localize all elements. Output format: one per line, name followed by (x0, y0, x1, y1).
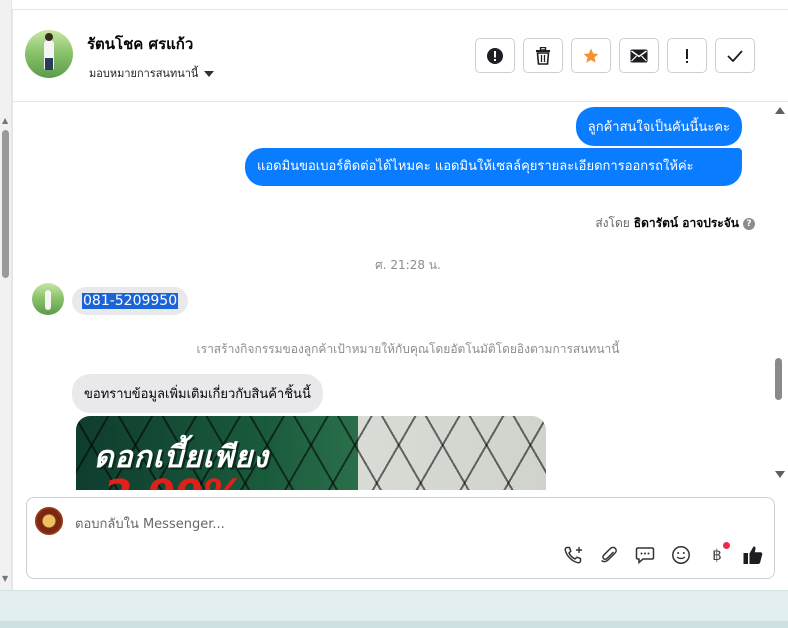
star-icon (583, 48, 599, 63)
message-outgoing[interactable]: ลูกค้าสนใจเป็นคันนี้นะคะ (575, 107, 742, 146)
contact-avatar-small[interactable] (32, 283, 64, 315)
message-scrollbar[interactable] (773, 103, 787, 490)
header-actions (475, 38, 755, 73)
chat-bubble-icon (635, 547, 655, 565)
attach-button[interactable] (598, 544, 620, 566)
reply-composer: ตอบกลับใน Messenger... ฿ (26, 497, 775, 579)
page-avatar (35, 507, 63, 535)
trash-icon (536, 46, 550, 65)
composer-tools: ฿ (562, 542, 764, 566)
mark-unread-button[interactable] (619, 38, 659, 73)
system-note: เราสร้างกิจกรรมของลูกค้าเป้าหมายให้กับคุ… (196, 342, 620, 356)
sent-by-info: ส่งโดย ธิดารัตน์ อาจประจัน ? (595, 214, 755, 233)
smiley-icon (672, 546, 690, 564)
conversation-header: รัตนโชค ศรแก้ว มอบหมายการสนทนานี้ (13, 10, 788, 102)
follow-up-button[interactable] (667, 38, 707, 73)
page-scroll-up-icon[interactable]: ▲ (2, 116, 8, 125)
assign-label: มอบหมายการสนทนานี้ (89, 67, 199, 80)
product-promo-image[interactable]: ดอกเบี้ยเพียง 2.99% (76, 416, 546, 490)
contact-name[interactable]: รัตนโชค ศรแก้ว (87, 32, 193, 56)
check-icon (727, 49, 743, 62)
page-scrollbar[interactable]: ▲ ▼ (0, 0, 12, 590)
spam-button[interactable] (475, 38, 515, 73)
message-timestamp: ศ. 21:28 น. (375, 258, 441, 272)
envelope-icon (630, 49, 648, 62)
baht-icon: ฿ (712, 546, 722, 564)
scroll-up-icon[interactable] (775, 107, 785, 114)
exclamation-icon (686, 48, 688, 63)
call-add-button[interactable] (562, 544, 584, 566)
promo-rate: 2.99% (104, 472, 243, 490)
payment-button[interactable]: ฿ (706, 542, 730, 566)
contact-avatar[interactable] (25, 30, 73, 78)
assign-conversation-dropdown[interactable]: มอบหมายการสนทนานี้ (89, 64, 215, 82)
message-incoming[interactable]: 081-5209950 (72, 287, 189, 315)
emoji-button[interactable] (670, 544, 692, 566)
alert-circle-icon (487, 47, 503, 64)
message-list[interactable]: ลูกค้าสนใจเป็นคันนี้นะคะ แอดมินขอเบอร์ติ… (13, 103, 788, 490)
notification-dot (723, 542, 730, 549)
message-scroll-thumb[interactable] (775, 358, 782, 400)
thumbs-up-icon (743, 546, 763, 564)
done-button[interactable] (715, 38, 755, 73)
reply-input[interactable]: ตอบกลับใน Messenger... (75, 513, 225, 534)
phone-number-selected[interactable]: 081-5209950 (82, 293, 179, 309)
top-divider (12, 0, 788, 10)
caret-down-icon (204, 71, 215, 77)
sent-by-prefix: ส่งโดย (595, 216, 630, 230)
saved-replies-button[interactable] (634, 544, 656, 566)
scroll-down-icon[interactable] (775, 471, 785, 478)
sender-name[interactable]: ธิดารัตน์ อาจประจัน (634, 214, 739, 233)
taskbar-strip (0, 590, 788, 628)
page-scroll-down-icon[interactable]: ▼ (2, 574, 8, 583)
phone-plus-icon (564, 546, 582, 564)
page-scroll-thumb[interactable] (2, 130, 9, 278)
message-incoming[interactable]: ขอทราบข้อมูลเพิ่มเติมเกี่ยวกับสินค้าชิ้น… (72, 374, 323, 413)
help-question-icon[interactable]: ? (743, 217, 755, 230)
conversation-panel: รัตนโชค ศรแก้ว มอบหมายการสนทนานี้ ลูกค้า… (12, 10, 788, 590)
app-frame: ▲ ▼ รัตนโชค ศรแก้ว มอบหมายการสนทนานี้ ลู… (0, 0, 788, 628)
like-button[interactable] (742, 544, 764, 566)
message-outgoing[interactable]: แอดมินขอเบอร์ติดต่อได้ไหมคะ แอดมินให้เซล… (245, 148, 742, 186)
delete-button[interactable] (523, 38, 563, 73)
paperclip-icon (601, 546, 617, 563)
star-button[interactable] (571, 38, 611, 73)
